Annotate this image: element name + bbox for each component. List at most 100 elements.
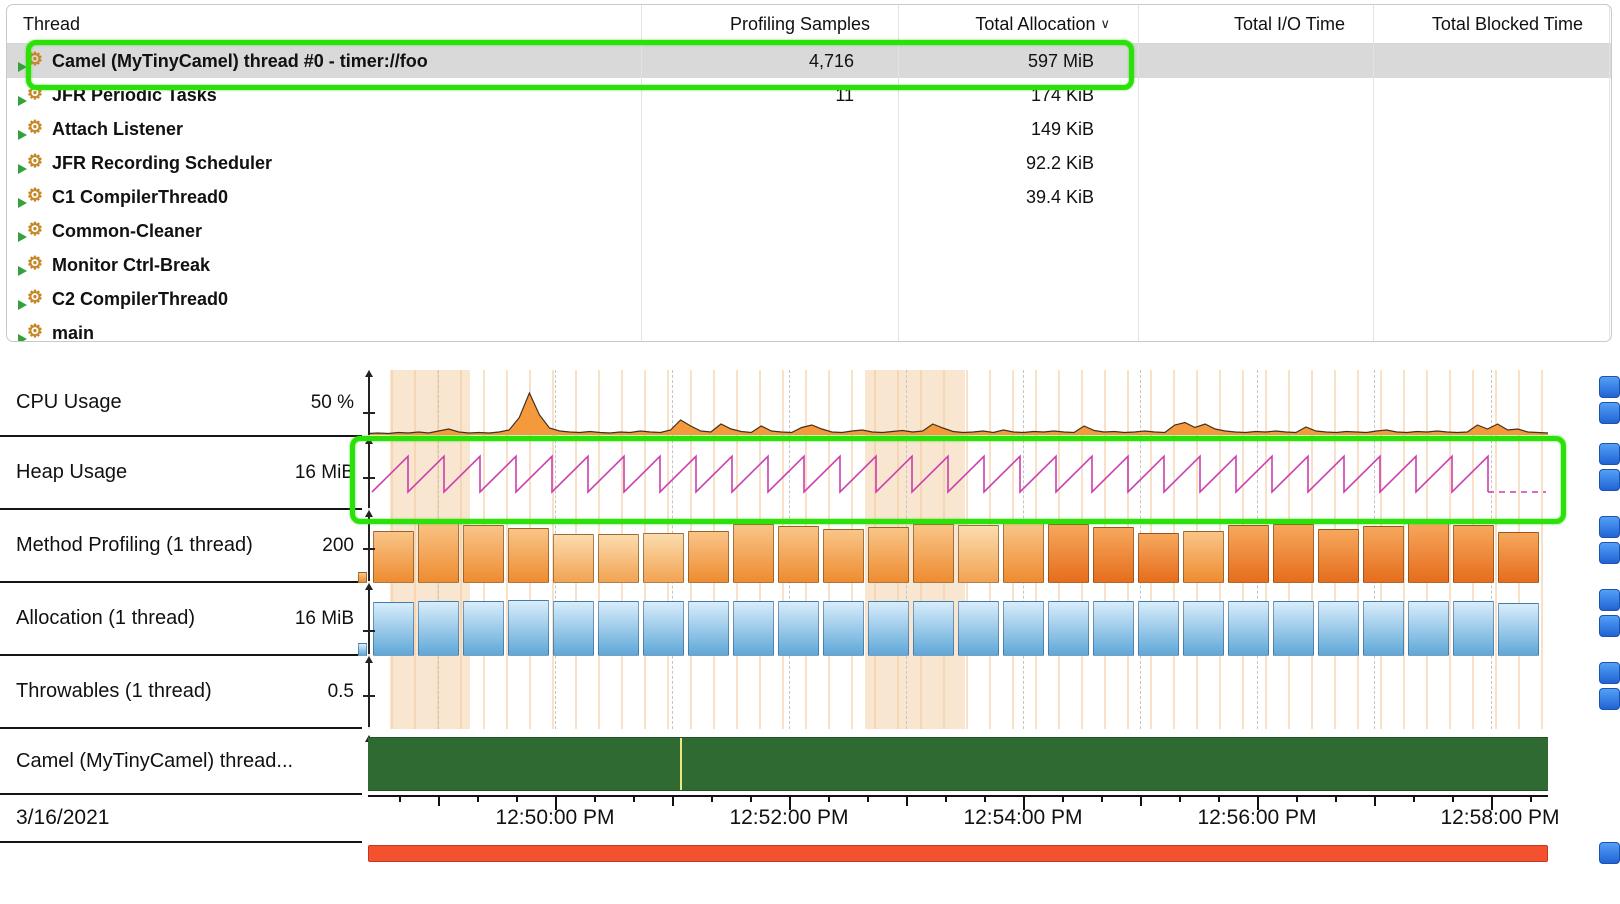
column-header-thread[interactable]: Thread	[7, 14, 641, 35]
column-header-total-allocation[interactable]: Total Allocation∨	[898, 14, 1138, 35]
histogram-bar[interactable]	[1363, 601, 1404, 656]
histogram-bar[interactable]	[598, 601, 639, 656]
thread-row[interactable]: ⚙JFR Periodic Tasks 11 174 KiB	[7, 78, 1611, 112]
histogram-bar[interactable]	[1003, 601, 1044, 656]
thread-row-selected[interactable]: ⚙Camel (MyTinyCamel) thread #0 - timer:/…	[7, 44, 1611, 78]
thread-row[interactable]: ⚙Common-Cleaner	[7, 214, 1611, 248]
lane-zoom-out-button[interactable]	[1599, 402, 1620, 424]
time-tick	[672, 797, 674, 806]
histogram-bar[interactable]	[823, 529, 864, 583]
lane-label-allocation: Allocation (1 thread)16 MiB	[0, 583, 362, 656]
thread-row[interactable]: ⚙main	[7, 316, 1611, 342]
histogram-bar[interactable]	[1048, 601, 1089, 656]
histogram-bar[interactable]	[373, 602, 414, 656]
thread-row[interactable]: ⚙C1 CompilerThread0 39.4 KiB	[7, 180, 1611, 214]
histogram-bar[interactable]	[688, 531, 729, 584]
histogram-bar[interactable]	[778, 601, 819, 656]
histogram-bar[interactable]	[688, 601, 729, 656]
histogram-bar[interactable]	[1003, 522, 1044, 583]
histogram-bar[interactable]	[1273, 524, 1314, 584]
histogram-bar[interactable]	[508, 600, 549, 656]
histogram-bar[interactable]	[1183, 531, 1224, 584]
histogram-bar[interactable]	[643, 601, 684, 656]
histogram-bar[interactable]	[823, 601, 864, 656]
lane-zoom-in-button[interactable]	[1599, 589, 1620, 611]
heap-usage-chart[interactable]	[368, 437, 1548, 510]
column-header-total-blocked-time[interactable]: Total Blocked Time	[1373, 14, 1611, 35]
histogram-bar[interactable]	[508, 528, 549, 583]
column-divider	[1138, 5, 1139, 341]
histogram-bar[interactable]	[1318, 601, 1359, 656]
histogram-bar[interactable]	[1498, 603, 1539, 656]
lane-zoom-in-button[interactable]	[1599, 443, 1620, 465]
histogram-bar[interactable]	[553, 534, 594, 583]
histogram-bar[interactable]	[958, 525, 999, 583]
thread-name-cell: ⚙Camel (MyTinyCamel) thread #0 - timer:/…	[7, 51, 641, 72]
gear-icon: ⚙	[27, 151, 43, 171]
cpu-usage-chart[interactable]	[368, 370, 1548, 437]
histogram-bar[interactable]	[1363, 526, 1404, 583]
histogram-bar[interactable]	[463, 601, 504, 656]
histogram-bar[interactable]	[1453, 601, 1494, 656]
axis-tick	[363, 412, 375, 414]
histogram-bar[interactable]	[463, 525, 504, 583]
histogram-bar[interactable]	[868, 527, 909, 583]
thread-row[interactable]: ⚙Monitor Ctrl-Break	[7, 248, 1611, 282]
cpu-lane-axis	[368, 372, 370, 435]
lane-zoom-in-button[interactable]	[1599, 376, 1620, 398]
histogram-bar[interactable]	[1228, 525, 1269, 583]
histogram-bar[interactable]	[1273, 601, 1314, 656]
thread-row[interactable]: ⚙JFR Recording Scheduler 92.2 KiB	[7, 146, 1611, 180]
time-tick	[984, 797, 986, 802]
histogram-bar[interactable]	[913, 524, 954, 584]
time-tick	[945, 797, 947, 802]
histogram-bar[interactable]	[643, 533, 684, 583]
histogram-bar[interactable]	[1138, 533, 1179, 583]
timeline-range-scrollbar[interactable]	[368, 845, 1548, 862]
thread-activity-span[interactable]	[368, 737, 1548, 791]
histogram-bar[interactable]	[1093, 601, 1134, 656]
histogram-bar[interactable]	[418, 520, 459, 583]
histogram-bar[interactable]	[1183, 601, 1224, 656]
histogram-bar[interactable]	[1048, 524, 1089, 583]
histogram-bar[interactable]	[733, 601, 774, 656]
histogram-bar[interactable]	[868, 601, 909, 656]
histogram-bar[interactable]	[373, 531, 414, 584]
lane-zoom-out-button[interactable]	[1599, 688, 1620, 710]
thread-row[interactable]: ⚙C2 CompilerThread0	[7, 282, 1611, 316]
histogram-bar[interactable]	[1408, 601, 1449, 656]
histogram-bar[interactable]	[1498, 532, 1539, 583]
total-allocation-value: 39.4 KiB	[898, 187, 1138, 208]
histogram-bar[interactable]	[598, 534, 639, 583]
column-header-total-io-time[interactable]: Total I/O Time	[1138, 14, 1373, 35]
histogram-bar[interactable]	[1408, 522, 1449, 583]
histogram-bar[interactable]	[733, 524, 774, 584]
histogram-bar[interactable]	[778, 526, 819, 583]
lane-zoom-out-button[interactable]	[1599, 615, 1620, 637]
histogram-bar[interactable]	[1228, 601, 1269, 656]
scrollbar-corner-button[interactable]	[1599, 842, 1620, 864]
histogram-bar[interactable]	[1453, 525, 1494, 583]
histogram-bar[interactable]	[913, 601, 954, 656]
lane-zoom-out-button[interactable]	[1599, 542, 1620, 564]
allocation-histogram[interactable]	[368, 583, 1548, 656]
method-profiling-histogram[interactable]	[368, 510, 1548, 583]
column-header-profiling-samples[interactable]: Profiling Samples	[641, 14, 898, 35]
histogram-bar[interactable]	[1138, 601, 1179, 656]
histogram-bar[interactable]	[958, 601, 999, 656]
thread-row[interactable]: ⚙Attach Listener 149 KiB	[7, 112, 1611, 146]
lane-zoom-in-button[interactable]	[1599, 662, 1620, 684]
green-arrow-icon	[18, 96, 27, 106]
lane-zoom-in-button[interactable]	[1599, 516, 1620, 538]
histogram-bar[interactable]	[1093, 527, 1134, 583]
histogram-bar[interactable]	[1318, 529, 1359, 583]
thread-name: Camel (MyTinyCamel) thread #0 - timer://…	[52, 51, 428, 72]
thread-name: Monitor Ctrl-Break	[52, 255, 210, 276]
histogram-bar[interactable]	[418, 601, 459, 656]
thread-name-cell: ⚙C2 CompilerThread0	[7, 289, 641, 310]
lane-label-thread-activity: Camel (MyTinyCamel) thread...	[0, 729, 362, 795]
thread-name-cell: ⚙Attach Listener	[7, 119, 641, 140]
lane-zoom-out-button[interactable]	[1599, 469, 1620, 491]
histogram-bar[interactable]	[553, 601, 594, 656]
gear-icon: ⚙	[27, 321, 43, 341]
